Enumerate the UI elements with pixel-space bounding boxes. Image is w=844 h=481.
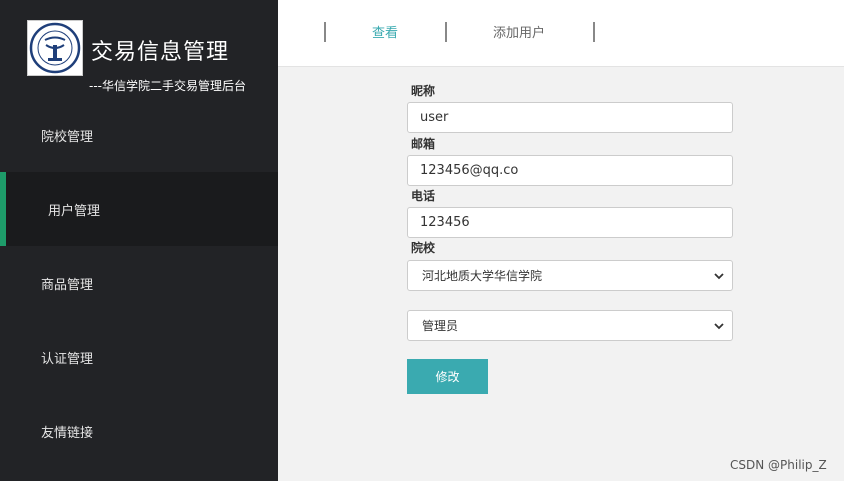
tab-separator <box>445 22 447 42</box>
watermark: CSDN @Philip_Z <box>730 458 827 472</box>
top-tab-bar: 查看 添加用户 <box>278 0 844 67</box>
school-select-value: 河北地质大学华信学院 <box>422 269 543 283</box>
school-logo <box>27 20 83 76</box>
tab-separator <box>324 22 326 42</box>
sidebar-item-school-management[interactable]: 院校管理 <box>0 98 278 172</box>
role-select-value: 管理员 <box>422 319 459 333</box>
email-label: 邮箱 <box>411 137 436 151</box>
app-subtitle: ---华信学院二手交易管理后台 <box>89 79 246 93</box>
email-input[interactable] <box>407 155 733 186</box>
sidebar-item-user-management[interactable]: 用户管理 <box>0 172 278 246</box>
role-select[interactable]: 管理员 <box>407 310 733 341</box>
tab-add-user[interactable]: 添加用户 <box>493 22 545 41</box>
chevron-down-icon <box>714 323 724 330</box>
modify-button[interactable]: 修改 <box>407 359 488 394</box>
sidebar-item-label: 院校管理 <box>41 129 94 145</box>
chevron-down-icon <box>714 273 724 280</box>
school-emblem-icon <box>29 22 81 74</box>
sidebar: 交易信息管理 ---华信学院二手交易管理后台 院校管理 用户管理 商品管理 认证… <box>0 0 278 481</box>
school-label: 院校 <box>411 241 436 255</box>
tab-separator <box>593 22 595 42</box>
school-select[interactable]: 河北地质大学华信学院 <box>407 260 733 291</box>
sidebar-item-verification-management[interactable]: 认证管理 <box>0 320 278 394</box>
sidebar-item-friend-links[interactable]: 友情链接 <box>0 394 278 468</box>
app-title: 交易信息管理 <box>91 40 230 65</box>
nickname-input[interactable] <box>407 102 733 133</box>
sidebar-nav: 院校管理 用户管理 商品管理 认证管理 友情链接 <box>0 98 278 468</box>
sidebar-item-product-management[interactable]: 商品管理 <box>0 246 278 320</box>
sidebar-item-label: 用户管理 <box>48 203 101 219</box>
sidebar-item-label: 商品管理 <box>41 277 94 293</box>
phone-input[interactable] <box>407 207 733 238</box>
nickname-label: 昵称 <box>411 84 436 98</box>
phone-label: 电话 <box>411 189 436 203</box>
tab-view[interactable]: 查看 <box>372 22 398 41</box>
sidebar-item-label: 认证管理 <box>41 351 94 367</box>
sidebar-item-label: 友情链接 <box>41 425 94 441</box>
